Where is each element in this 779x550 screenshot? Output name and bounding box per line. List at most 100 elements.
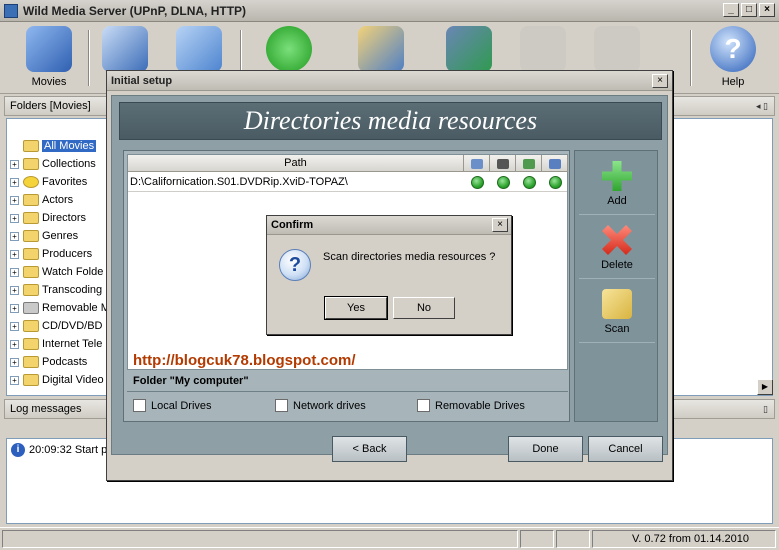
folder-icon bbox=[23, 284, 39, 296]
expand-icon[interactable]: + bbox=[10, 231, 19, 241]
yes-button[interactable]: Yes bbox=[324, 296, 388, 320]
pin-icon[interactable]: ▯ bbox=[763, 404, 768, 415]
tree-item-label: Genres bbox=[42, 230, 79, 242]
folder-icon bbox=[23, 248, 39, 260]
tree-item-removable[interactable]: + Removable M bbox=[10, 299, 110, 317]
expand-icon[interactable]: + bbox=[10, 195, 19, 205]
tree-item-label: Transcoding bbox=[42, 284, 103, 296]
toolbar-help-button[interactable]: ? Help bbox=[700, 24, 766, 92]
pin-icon[interactable]: ◂ ▯ bbox=[756, 101, 768, 112]
checkbox-box[interactable] bbox=[133, 399, 146, 412]
local-drives-checkbox[interactable]: Local Drives bbox=[133, 399, 212, 412]
expand-icon[interactable]: + bbox=[10, 159, 19, 169]
expand-icon[interactable]: + bbox=[10, 375, 19, 385]
checkbox-label: Removable Drives bbox=[435, 399, 525, 412]
tree-item-label: Digital Video bbox=[42, 374, 104, 386]
folders-panel-title: Folders [Movies] bbox=[10, 100, 91, 112]
expand-icon[interactable]: + bbox=[10, 339, 19, 349]
status-ok-icon[interactable] bbox=[471, 176, 484, 189]
tree-item-podcasts[interactable]: + Podcasts bbox=[10, 353, 87, 371]
back-button[interactable]: < Back bbox=[332, 436, 407, 462]
tree-item-internet-tv[interactable]: + Internet Tele bbox=[10, 335, 102, 353]
folder-icon bbox=[23, 266, 39, 278]
status-cell bbox=[556, 530, 590, 548]
setup-dialog-close-button[interactable]: × bbox=[652, 74, 668, 88]
drive-icon bbox=[23, 302, 39, 314]
tree-item-all-movies[interactable]: All Movies bbox=[10, 137, 97, 155]
star-icon bbox=[23, 176, 39, 188]
scroll-right-button[interactable]: ▶ bbox=[757, 379, 773, 395]
checkbox-box[interactable] bbox=[417, 399, 430, 412]
tree-item-label: Removable M bbox=[42, 302, 110, 314]
tree-item-label: Collections bbox=[42, 158, 96, 170]
expand-icon[interactable]: + bbox=[10, 285, 19, 295]
done-button[interactable]: Done bbox=[508, 436, 583, 462]
column-header-path[interactable]: Path bbox=[128, 155, 464, 172]
checkbox-label: Network drives bbox=[293, 399, 366, 412]
scan-button[interactable]: Scan bbox=[579, 281, 655, 343]
cancel-button[interactable]: Cancel bbox=[588, 436, 663, 462]
status-cell bbox=[520, 530, 554, 548]
expand-icon[interactable]: + bbox=[10, 177, 19, 187]
status-cell bbox=[2, 530, 518, 548]
folder-icon bbox=[23, 194, 39, 206]
tree-item-directors[interactable]: + Directors bbox=[10, 209, 86, 227]
column-header-photo[interactable] bbox=[517, 155, 542, 172]
tree-item-genres[interactable]: + Genres bbox=[10, 227, 78, 245]
my-computer-group-label: Folder "My computer" bbox=[133, 375, 249, 387]
status-ok-icon[interactable] bbox=[523, 176, 536, 189]
confirm-close-button[interactable]: × bbox=[492, 218, 508, 232]
setup-dialog-title: Initial setup bbox=[111, 74, 173, 87]
log-panel-title: Log messages bbox=[10, 403, 82, 415]
photos-icon bbox=[176, 26, 222, 72]
delete-button[interactable]: Delete bbox=[579, 217, 655, 279]
expand-icon[interactable]: + bbox=[10, 267, 19, 277]
tree-item-collections[interactable]: + Collections bbox=[10, 155, 96, 173]
window-title: Wild Media Server (UPnP, DLNA, HTTP) bbox=[23, 3, 247, 18]
expand-icon[interactable]: + bbox=[10, 303, 19, 313]
expand-icon[interactable]: + bbox=[10, 357, 19, 367]
music-icon bbox=[471, 158, 483, 169]
tree-item-watch-folders[interactable]: + Watch Folde bbox=[10, 263, 103, 281]
toolbar-movies-button[interactable]: Movies bbox=[16, 24, 82, 92]
status-ok-icon[interactable] bbox=[549, 176, 562, 189]
status-ok-icon[interactable] bbox=[497, 176, 510, 189]
tree-item-label: Directors bbox=[42, 212, 87, 224]
film-icon bbox=[497, 158, 509, 169]
minimize-button[interactable]: _ bbox=[723, 3, 739, 17]
column-header-video[interactable] bbox=[491, 155, 516, 172]
tree-item-label: Internet Tele bbox=[42, 338, 103, 350]
tree-item-transcoding[interactable]: + Transcoding bbox=[10, 281, 102, 299]
folder-icon bbox=[23, 374, 39, 386]
refresh-icon bbox=[266, 26, 312, 72]
expand-icon[interactable]: + bbox=[10, 213, 19, 223]
delete-button-label: Delete bbox=[601, 259, 633, 271]
checkbox-box[interactable] bbox=[275, 399, 288, 412]
maximize-button[interactable]: □ bbox=[741, 3, 757, 17]
tree-item-digital-video[interactable]: + Digital Video bbox=[10, 371, 104, 389]
network-drives-checkbox[interactable]: Network drives bbox=[275, 399, 366, 412]
tree-item-producers[interactable]: + Producers bbox=[10, 245, 92, 263]
tree-item-favorites[interactable]: + Favorites bbox=[10, 173, 87, 191]
close-button[interactable]: × bbox=[759, 3, 775, 17]
confirm-title: Confirm bbox=[271, 219, 314, 231]
tree-item-actors[interactable]: + Actors bbox=[10, 191, 73, 209]
scan-icon bbox=[602, 289, 632, 319]
table-row[interactable]: D:\Californication.S01.DVDRip.XviD-TOPAZ… bbox=[128, 173, 567, 192]
question-icon: ? bbox=[279, 249, 311, 281]
add-button-label: Add bbox=[607, 195, 627, 207]
delete-icon bbox=[602, 225, 632, 255]
add-button[interactable]: Add bbox=[579, 153, 655, 215]
tree-item-cd-dvd-bd[interactable]: + CD/DVD/BD bbox=[10, 317, 103, 335]
toolbar-separator bbox=[690, 30, 692, 86]
disabled-icon bbox=[520, 26, 566, 72]
expand-icon[interactable]: + bbox=[10, 321, 19, 331]
no-button[interactable]: No bbox=[393, 297, 455, 319]
tree-item-label: Producers bbox=[42, 248, 93, 260]
column-header-other[interactable] bbox=[543, 155, 568, 172]
expand-icon[interactable]: + bbox=[10, 249, 19, 259]
column-header-music[interactable] bbox=[465, 155, 490, 172]
removable-drives-checkbox[interactable]: Removable Drives bbox=[417, 399, 525, 412]
log-entry: i 20:09:32 Start p bbox=[11, 443, 107, 457]
main-titlebar: Wild Media Server (UPnP, DLNA, HTTP) _ □… bbox=[0, 0, 779, 22]
